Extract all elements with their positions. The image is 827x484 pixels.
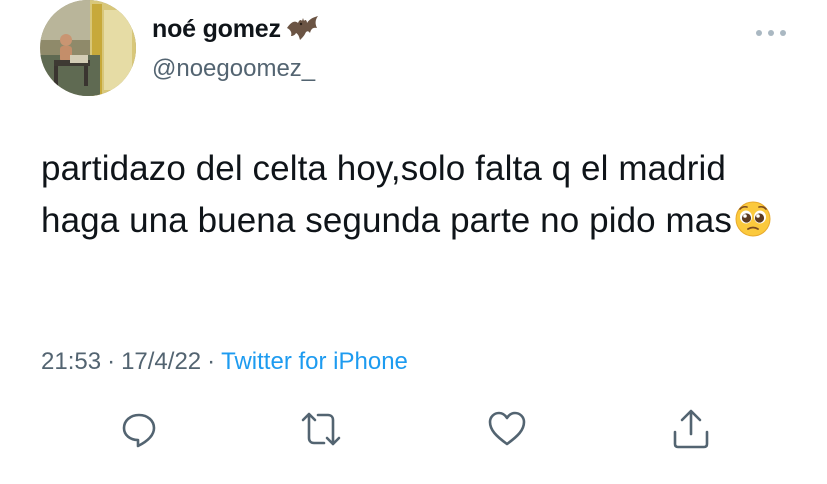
- tweet-text: partidazo del celta hoy,solo falta q el …: [41, 143, 801, 247]
- avatar-image: [40, 0, 136, 96]
- user-handle[interactable]: @noegoomez_: [152, 55, 315, 83]
- meta-separator: ·: [207, 348, 216, 375]
- meta-separator: ·: [107, 348, 116, 375]
- like-button[interactable]: [486, 408, 528, 450]
- tweet-time[interactable]: 21:53: [41, 348, 101, 375]
- tweet-card: noé gomez @noegoomez_ partidazo del celt…: [0, 0, 827, 484]
- display-name[interactable]: noé gomez: [152, 14, 319, 44]
- reply-button[interactable]: [118, 408, 160, 450]
- tweet-source-link[interactable]: Twitter for iPhone: [221, 348, 408, 375]
- share-button[interactable]: [670, 408, 712, 450]
- reply-icon: [122, 413, 156, 448]
- retweet-icon: [301, 412, 341, 446]
- avatar[interactable]: [40, 0, 136, 96]
- bat-emoji-icon: [285, 14, 319, 44]
- more-options-icon[interactable]: [754, 26, 788, 40]
- display-name-text: noé gomez: [152, 14, 281, 43]
- heart-icon: [488, 411, 526, 446]
- retweet-button[interactable]: [300, 408, 342, 450]
- tweet-meta: 21:53 · 17/4/22 · Twitter for iPhone: [41, 348, 408, 376]
- share-icon: [673, 409, 709, 449]
- pleading-face-emoji-icon: [734, 200, 772, 238]
- tweet-date[interactable]: 17/4/22: [121, 348, 201, 375]
- tweet-text-content: partidazo del celta hoy,solo falta q el …: [41, 149, 732, 240]
